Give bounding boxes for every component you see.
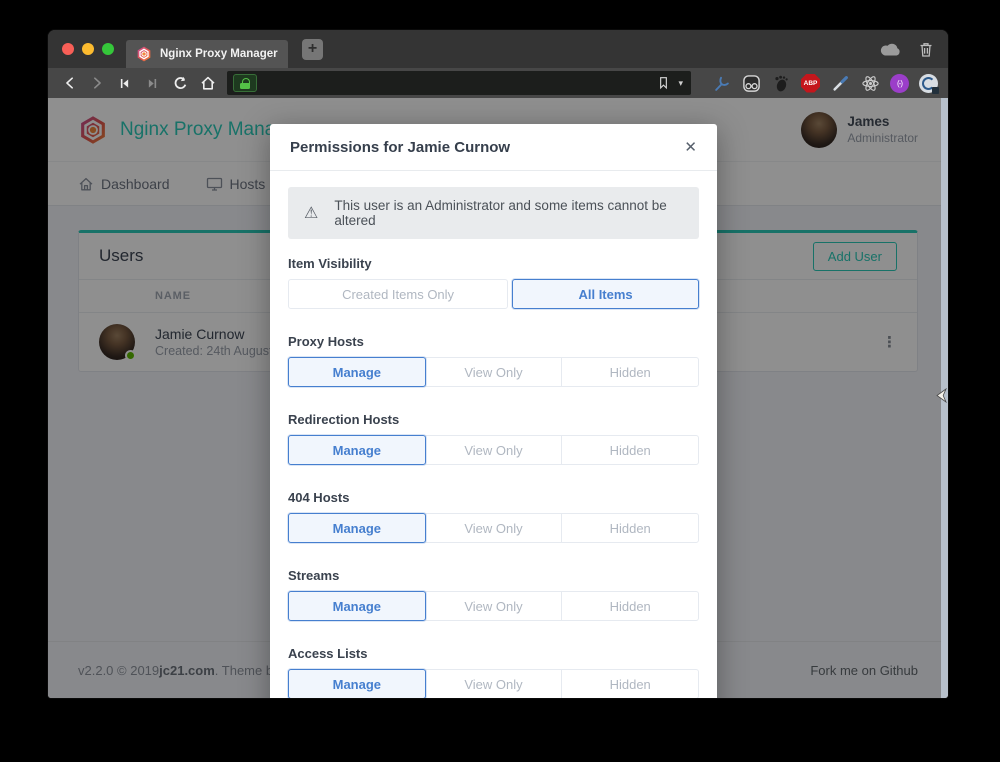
eyedropper-extension-icon[interactable] [830, 73, 850, 93]
access-lists-view-only-button[interactable]: View Only [425, 669, 563, 698]
minimize-window-button[interactable] [82, 43, 94, 55]
close-window-button[interactable] [62, 43, 74, 55]
404-hosts-view-only-button[interactable]: View Only [425, 513, 563, 543]
permission-group: 404 Hosts ManageView OnlyHidden [288, 490, 699, 543]
streams-view-only-button[interactable]: View Only [425, 591, 563, 621]
modal-title: Permissions for Jamie Curnow [290, 139, 510, 156]
proxy-hosts-manage-button[interactable]: Manage [288, 357, 426, 387]
modal-close-button[interactable]: ✕ [684, 140, 697, 155]
404-hosts-manage-button[interactable]: Manage [288, 513, 426, 543]
skip-to-start-button[interactable] [113, 71, 137, 95]
permission-groups: Proxy Hosts ManageView OnlyHidden Redire… [288, 334, 699, 698]
adblock-plus-extension-icon[interactable]: ABP [801, 74, 820, 93]
extension-icons: ABP (-) [711, 73, 938, 93]
warning-icon: ⚠ [304, 203, 318, 223]
trash-icon[interactable] [918, 41, 934, 58]
tab-favicon [136, 46, 152, 62]
monkey-extension-icon[interactable]: (-) [890, 74, 909, 93]
permission-group-options: ManageView OnlyHidden [288, 357, 699, 387]
visibility-created-items-only-button[interactable]: Created Items Only [288, 279, 508, 309]
permission-group: Proxy Hosts ManageView OnlyHidden [288, 334, 699, 387]
permission-group-options: ManageView OnlyHidden [288, 669, 699, 698]
permission-group-options: ManageView OnlyHidden [288, 513, 699, 543]
alert-text: This user is an Administrator and some i… [334, 198, 683, 228]
administrator-warning-alert: ⚠ This user is an Administrator and some… [288, 187, 699, 239]
bookmark-icon[interactable] [657, 76, 670, 90]
cloud-sync-icon[interactable] [880, 42, 902, 56]
atom-extension-icon[interactable] [860, 73, 880, 93]
refresh-button[interactable] [168, 71, 192, 95]
back-button[interactable] [58, 71, 82, 95]
skip-to-end-button[interactable] [141, 71, 165, 95]
browser-tab[interactable]: Nginx Proxy Manager [126, 40, 288, 68]
streams-manage-button[interactable]: Manage [288, 591, 426, 621]
404-hosts-hidden-button[interactable]: Hidden [561, 513, 699, 543]
proxy-hosts-hidden-button[interactable]: Hidden [561, 357, 699, 387]
permission-group: Access Lists ManageView OnlyHidden [288, 646, 699, 698]
tab-title: Nginx Proxy Manager [160, 48, 278, 60]
redirection-hosts-manage-button[interactable]: Manage [288, 435, 426, 465]
redirection-hosts-view-only-button[interactable]: View Only [425, 435, 563, 465]
permission-group: Redirection Hosts ManageView OnlyHidden [288, 412, 699, 465]
permission-group: Streams ManageView OnlyHidden [288, 568, 699, 621]
fork-extension-icon[interactable] [711, 73, 731, 93]
forward-button[interactable] [86, 71, 110, 95]
bookmark-dropdown-icon[interactable]: ▾ [678, 78, 683, 89]
access-lists-hidden-button[interactable]: Hidden [561, 669, 699, 698]
permission-group-options: ManageView OnlyHidden [288, 435, 699, 465]
home-button[interactable] [196, 71, 220, 95]
permission-group-label: 404 Hosts [288, 490, 699, 505]
maximize-window-button[interactable] [102, 43, 114, 55]
gauge-extension-icon[interactable] [919, 74, 938, 93]
redirection-hosts-hidden-button[interactable]: Hidden [561, 435, 699, 465]
browser-tabbar: Nginx Proxy Manager + [48, 30, 948, 68]
permissions-modal: Permissions for Jamie Curnow ✕ ⚠ This us… [270, 124, 717, 698]
permission-group-options: ManageView OnlyHidden [288, 591, 699, 621]
permission-group-label: Redirection Hosts [288, 412, 699, 427]
goggles-extension-icon[interactable] [741, 73, 761, 93]
mouse-cursor [936, 388, 947, 403]
browser-window: Nginx Proxy Manager + [48, 30, 948, 698]
access-lists-manage-button[interactable]: Manage [288, 669, 426, 698]
proxy-hosts-view-only-button[interactable]: View Only [425, 357, 563, 387]
new-tab-button[interactable]: + [302, 39, 323, 60]
footprint-extension-icon[interactable] [771, 73, 791, 93]
page-viewport: Nginx Proxy Manager James Administrator … [48, 98, 948, 698]
streams-hidden-button[interactable]: Hidden [561, 591, 699, 621]
window-controls [62, 43, 114, 55]
item-visibility-options: Created Items OnlyAll Items [288, 279, 699, 309]
browser-toolbar: ▾ ABP (-) [48, 68, 948, 98]
site-security-lock-icon[interactable] [233, 74, 257, 92]
visibility-all-items-button[interactable]: All Items [512, 279, 699, 309]
item-visibility-label: Item Visibility [288, 256, 699, 271]
permission-group-label: Proxy Hosts [288, 334, 699, 349]
address-bar[interactable]: ▾ [227, 71, 691, 95]
permission-group-label: Access Lists [288, 646, 699, 661]
permission-group-label: Streams [288, 568, 699, 583]
